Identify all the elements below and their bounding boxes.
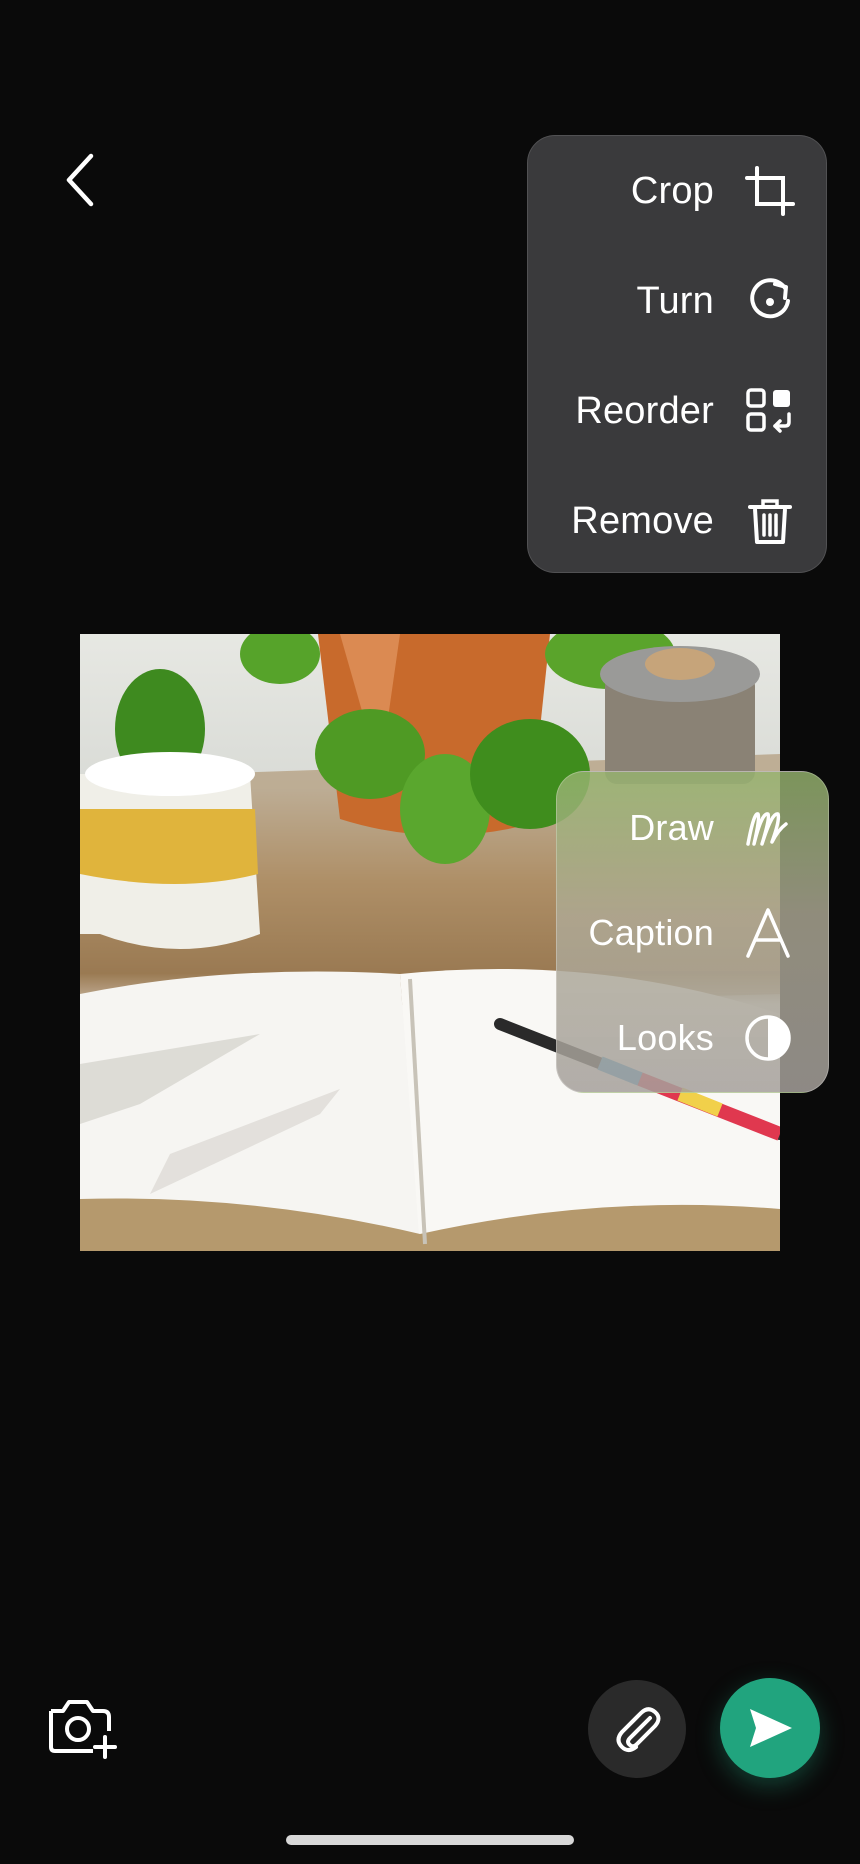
- crop-icon: [744, 165, 796, 217]
- menu-item-label: Looks: [616, 1016, 714, 1058]
- caption-icon: [742, 907, 794, 959]
- draw-icon: [742, 802, 794, 854]
- chevron-left-icon: [66, 153, 94, 207]
- rotate-icon: [744, 275, 796, 327]
- menu-item-label: Draw: [629, 806, 714, 848]
- menu-item-crop[interactable]: Crop: [528, 136, 826, 246]
- looks-icon: [742, 1012, 794, 1064]
- camera-plus-icon: [49, 1700, 117, 1759]
- reorder-icon: [744, 385, 796, 437]
- menu-item-looks[interactable]: Looks: [557, 985, 828, 1090]
- home-indicator[interactable]: [286, 1835, 574, 1845]
- photo-actions-menu: Crop Turn Reorder Remove: [527, 135, 827, 573]
- paperclip-icon: [616, 1707, 661, 1752]
- menu-item-label: Reorder: [575, 389, 714, 432]
- photo-edit-menu: Draw Caption Looks: [556, 771, 829, 1093]
- send-button[interactable]: [720, 1678, 820, 1778]
- menu-item-reorder[interactable]: Reorder: [528, 356, 826, 466]
- add-camera-photo-button[interactable]: [45, 1695, 117, 1759]
- menu-item-label: Crop: [630, 169, 714, 212]
- menu-item-turn[interactable]: Turn: [528, 246, 826, 356]
- back-button[interactable]: [50, 145, 110, 215]
- attach-button[interactable]: [588, 1680, 686, 1778]
- trash-icon: [744, 495, 796, 547]
- send-icon: [750, 1709, 792, 1747]
- menu-item-remove[interactable]: Remove: [528, 466, 826, 576]
- menu-item-label: Remove: [571, 499, 714, 542]
- menu-item-label: Caption: [588, 911, 714, 953]
- menu-item-label: Turn: [636, 279, 714, 322]
- menu-item-caption[interactable]: Caption: [557, 880, 828, 985]
- menu-item-draw[interactable]: Draw: [557, 775, 828, 880]
- bottom-toolbar: [0, 1660, 860, 1790]
